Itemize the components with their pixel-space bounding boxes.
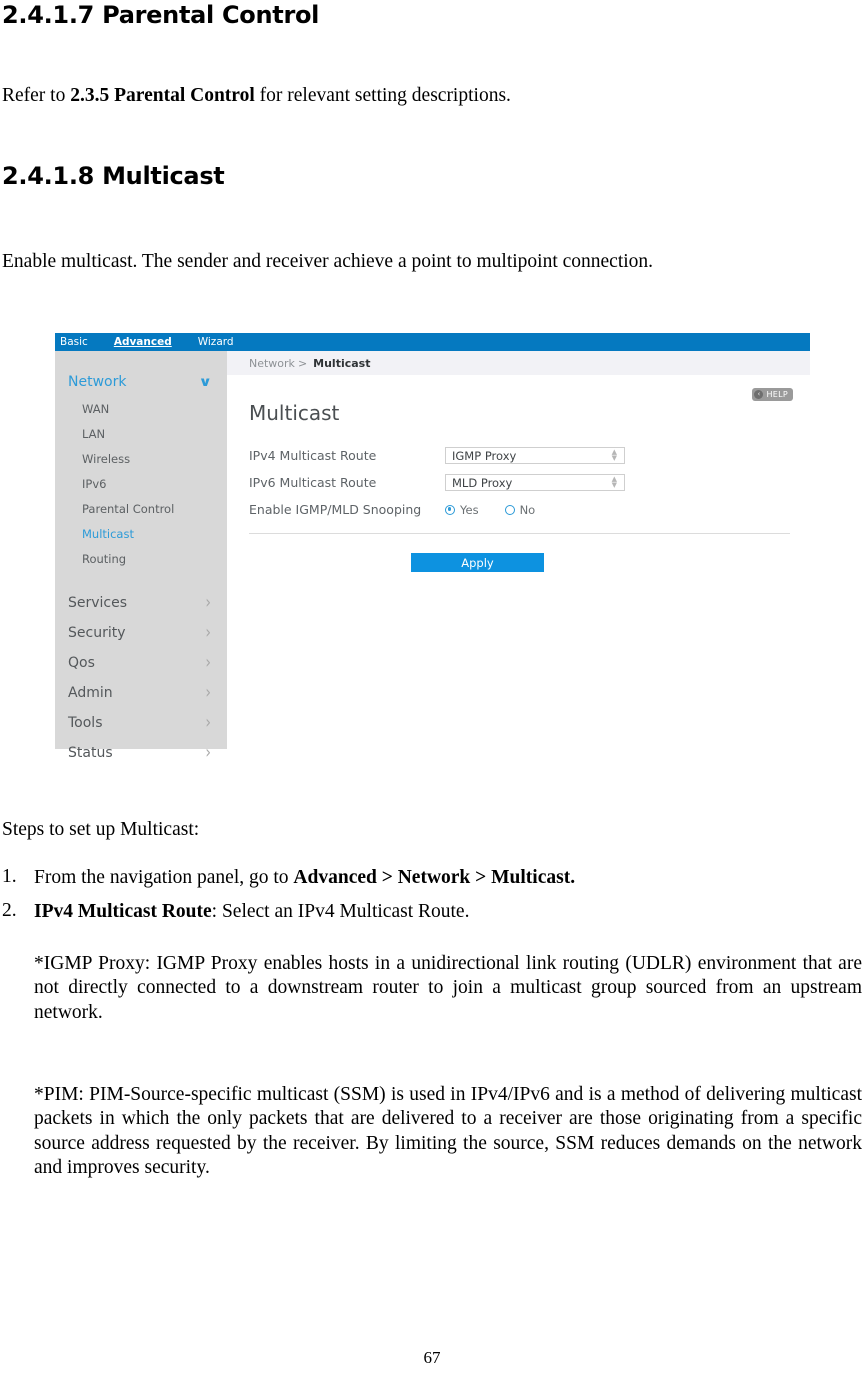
breadcrumb-root[interactable]: Network: [249, 357, 295, 370]
sidebar-item-status[interactable]: Status ›: [55, 738, 227, 763]
sidebar-status-label: Status: [68, 745, 113, 761]
help-button-label: HELP: [766, 390, 788, 399]
step2-bold: IPv4 Multicast Route: [34, 901, 212, 923]
radio-yes-icon[interactable]: [445, 504, 455, 515]
sidebar-services-label: Services: [68, 595, 128, 611]
sidebar-item-security[interactable]: Security ›: [55, 618, 227, 648]
page-title: Multicast: [249, 401, 340, 425]
radio-option-yes[interactable]: Yes: [445, 503, 479, 517]
paragraph-steps-intro: Steps to set up Multicast:: [2, 819, 200, 840]
list-item: 2. IPv4 Multicast Route: Select an IPv4 …: [2, 900, 860, 924]
label-ipv6-multicast-route: IPv6 Multicast Route: [249, 475, 377, 490]
tab-wizard[interactable]: Wizard: [198, 333, 246, 351]
back-arrow-icon: ‹: [754, 390, 764, 399]
sidebar-item-services[interactable]: Services ›: [55, 588, 227, 618]
top-nav-bar: Basic Advanced Wizard: [55, 333, 810, 351]
step1-bold: Advanced > Network > Multicast.: [293, 867, 576, 888]
chevron-right-icon: ›: [205, 623, 211, 643]
sidebar-item-ipv6[interactable]: IPv6: [55, 472, 227, 497]
form-row-ipv6-multicast-route: IPv6 Multicast Route MLD Proxy ▲ ▼: [249, 469, 810, 496]
breadcrumb-current: Multicast: [313, 356, 371, 370]
apply-button[interactable]: Apply: [411, 553, 544, 572]
sidebar-item-wireless[interactable]: Wireless: [55, 447, 227, 472]
apply-button-row: Apply: [249, 553, 810, 572]
sidebar-item-wan[interactable]: WAN: [55, 397, 227, 422]
steps-list: 1. From the navigation panel, go to Adva…: [2, 866, 860, 935]
page-number: 67: [423, 1348, 441, 1367]
label-igmp-mld-snooping: Enable IGMP/MLD Snooping: [249, 502, 422, 517]
radio-option-no[interactable]: No: [504, 502, 536, 517]
settings-content: ‹ HELP Multicast IPv4 Multicast Route IG…: [227, 375, 810, 572]
form-row-ipv4-multicast-route: IPv4 Multicast Route IGMP Proxy ▲ ▼: [249, 442, 810, 469]
radio-group-snooping: Yes No: [445, 503, 535, 517]
step-text: From the navigation panel, go to Advance…: [34, 866, 860, 890]
tab-advanced[interactable]: Advanced: [114, 333, 184, 351]
stepper-arrows-icon: ▲ ▼: [611, 448, 617, 462]
select-ipv6-multicast-route[interactable]: MLD Proxy ▲ ▼: [445, 474, 625, 491]
label-ipv4-multicast-route: IPv4 Multicast Route: [249, 448, 377, 463]
paragraph-igmp-proxy: *IGMP Proxy: IGMP Proxy enables hosts in…: [34, 953, 862, 1023]
select-ipv6-value: MLD Proxy: [452, 475, 513, 490]
sidebar-security-label: Security: [68, 625, 126, 641]
select-ipv4-value: IGMP Proxy: [452, 448, 517, 463]
refer-bold-link: 2.3.5 Parental Control: [70, 85, 255, 106]
breadcrumb: Network > Multicast: [227, 351, 810, 375]
chevron-right-icon: ›: [205, 593, 211, 613]
sidebar-item-admin[interactable]: Admin ›: [55, 678, 227, 708]
paragraph-refer: Refer to 2.3.5 Parental Control for rele…: [2, 84, 511, 108]
list-item: 1. From the navigation panel, go to Adva…: [2, 866, 860, 890]
chevron-right-icon: ›: [205, 713, 211, 733]
heading-multicast: 2.4.1.8 Multicast: [2, 162, 225, 190]
step1-prefix: From the navigation panel, go to: [34, 867, 294, 888]
section-divider: [249, 533, 790, 534]
sidebar-item-parental-control[interactable]: Parental Control: [55, 497, 227, 522]
sidebar-admin-label: Admin: [68, 685, 113, 701]
sidebar-nav: Network ∨ WAN LAN Wireless IPv6 Parental…: [55, 351, 227, 763]
router-admin-screenshot: Basic Advanced Wizard Network ∨ WAN LAN …: [55, 333, 810, 763]
sidebar-item-routing[interactable]: Routing: [55, 547, 227, 572]
step-text: IPv4 Multicast Route: Select an IPv4 Mul…: [34, 900, 860, 924]
main-panel: Network > Multicast ‹ HELP Multicast IPv…: [227, 351, 810, 763]
sidebar-item-network[interactable]: Network ∨: [55, 367, 227, 397]
chevron-right-icon: ›: [205, 743, 211, 763]
tab-basic[interactable]: Basic: [60, 333, 100, 351]
step-number: 1.: [2, 866, 17, 887]
paragraph-pim: *PIM: PIM-Source-specific multicast (SSM…: [34, 1084, 862, 1179]
breadcrumb-separator: >: [297, 356, 308, 370]
sidebar-item-multicast[interactable]: Multicast: [55, 522, 227, 547]
sidebar-item-lan[interactable]: LAN: [55, 422, 227, 447]
ui-body: Network ∨ WAN LAN Wireless IPv6 Parental…: [55, 351, 810, 763]
form-row-igmp-mld-snooping: Enable IGMP/MLD Snooping Yes No: [249, 496, 810, 523]
chevron-down-icon: ∨: [198, 374, 213, 390]
stepper-arrows-icon: ▲ ▼: [611, 475, 617, 489]
heading-parental-control: 2.4.1.7 Parental Control: [2, 1, 320, 29]
sidebar-item-qos[interactable]: Qos ›: [55, 648, 227, 678]
radio-no-icon[interactable]: [504, 504, 515, 515]
step2-suffix: : Select an IPv4 Multicast Route.: [211, 901, 470, 923]
sidebar-qos-label: Qos: [68, 655, 95, 671]
sidebar-item-tools[interactable]: Tools ›: [55, 708, 227, 738]
chevron-right-icon: ›: [205, 683, 211, 703]
select-ipv4-multicast-route[interactable]: IGMP Proxy ▲ ▼: [445, 447, 625, 464]
radio-yes-label: Yes: [460, 502, 479, 517]
refer-prefix: Refer to: [2, 85, 71, 106]
radio-no-label: No: [519, 502, 536, 517]
paragraph-enable-multicast: Enable multicast. The sender and receive…: [2, 251, 654, 272]
help-button[interactable]: ‹ HELP: [752, 388, 793, 401]
step-number: 2.: [2, 900, 17, 922]
chevron-right-icon: ›: [205, 653, 211, 673]
sidebar-network-label: Network: [68, 374, 127, 390]
refer-suffix: for relevant setting descriptions.: [254, 85, 511, 106]
document-page: 2.4.1.7 Parental Control Refer to 2.3.5 …: [0, 0, 864, 1388]
sidebar-tools-label: Tools: [68, 715, 103, 731]
